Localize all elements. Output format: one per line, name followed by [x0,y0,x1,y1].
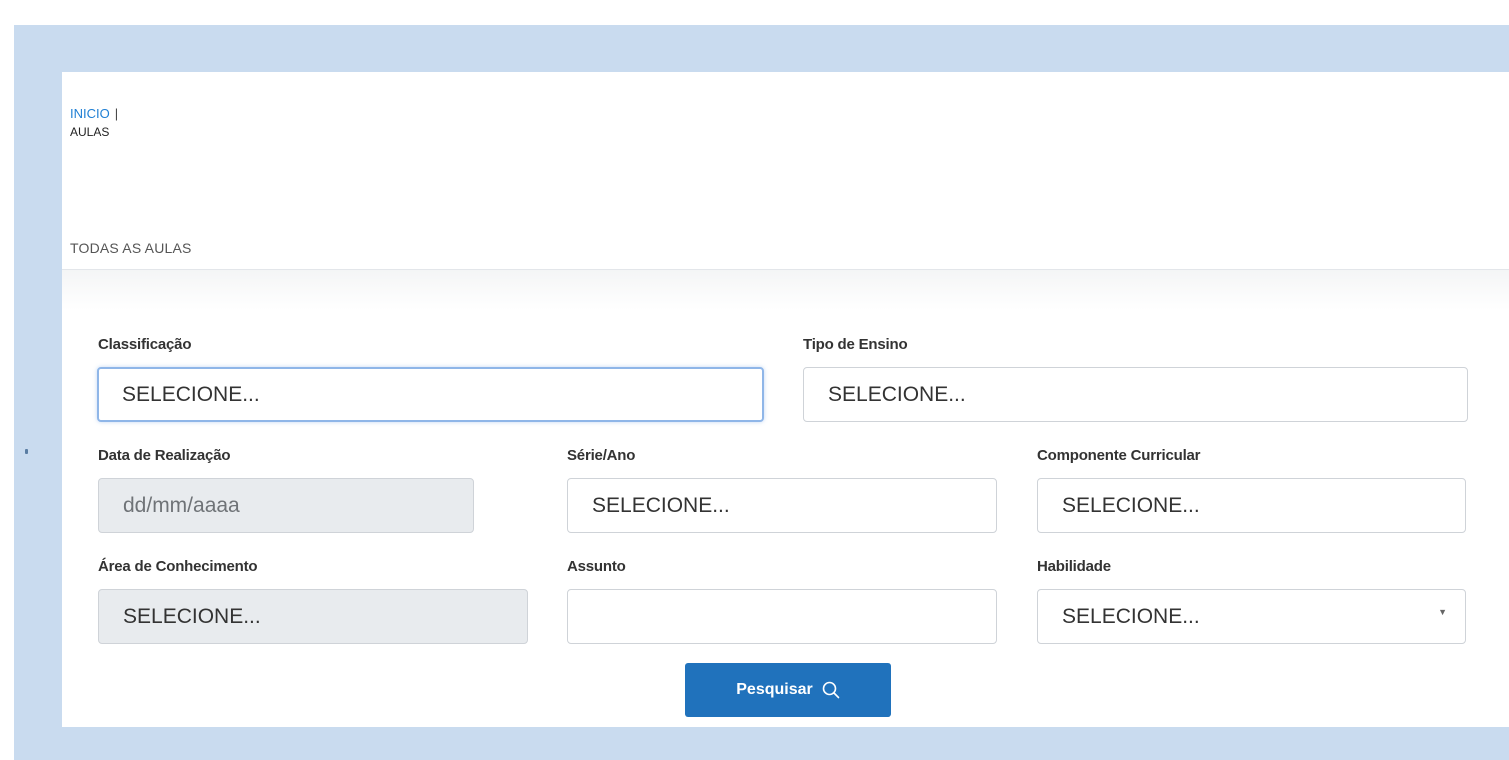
componente-curricular-value: SELECIONE... [1062,494,1200,517]
area-conhecimento-value: SELECIONE... [123,605,261,628]
breadcrumb-current: AULAS [70,125,110,139]
search-button-label: Pesquisar [736,681,813,698]
serie-ano-value: SELECIONE... [592,494,730,517]
area-conhecimento-label: Área de Conhecimento [98,558,258,575]
breadcrumb-home-link[interactable]: INICIO [70,106,110,121]
classificacao-select[interactable]: SELECIONE... [97,367,764,422]
assunto-input[interactable] [567,589,997,644]
classificacao-label: Classificação [98,336,192,353]
content-card: INICIO | AULAS TODAS AS AULAS Classificaç… [62,72,1509,727]
section-shade [62,270,1509,310]
serie-ano-select[interactable]: SELECIONE... [567,478,997,533]
assunto-label: Assunto [567,558,626,575]
breadcrumb: INICIO | AULAS [70,105,118,141]
serie-ano-label: Série/Ano [567,447,636,464]
data-realizacao-label: Data de Realização [98,447,231,464]
habilidade-select[interactable]: SELECIONE... ▼ [1037,589,1466,644]
chevron-down-icon: ▼ [1438,607,1447,617]
search-icon [822,681,840,699]
breadcrumb-separator: | [114,106,119,121]
page-background: INICIO | AULAS TODAS AS AULAS Classificaç… [14,25,1509,760]
side-marker [25,449,28,454]
tipo-ensino-label: Tipo de Ensino [803,336,908,353]
componente-curricular-select[interactable]: SELECIONE... [1037,478,1466,533]
tipo-ensino-value: SELECIONE... [828,383,966,406]
section-title: TODAS AS AULAS [70,240,192,256]
habilidade-label: Habilidade [1037,558,1111,575]
tipo-ensino-select[interactable]: SELECIONE... [803,367,1468,422]
data-realizacao-input[interactable]: dd/mm/aaaa [98,478,474,533]
search-button[interactable]: Pesquisar [685,663,891,717]
classificacao-value: SELECIONE... [122,383,260,406]
habilidade-value: SELECIONE... [1062,605,1200,628]
data-realizacao-placeholder: dd/mm/aaaa [123,494,240,517]
componente-curricular-label: Componente Curricular [1037,447,1201,464]
area-conhecimento-select[interactable]: SELECIONE... [98,589,528,644]
